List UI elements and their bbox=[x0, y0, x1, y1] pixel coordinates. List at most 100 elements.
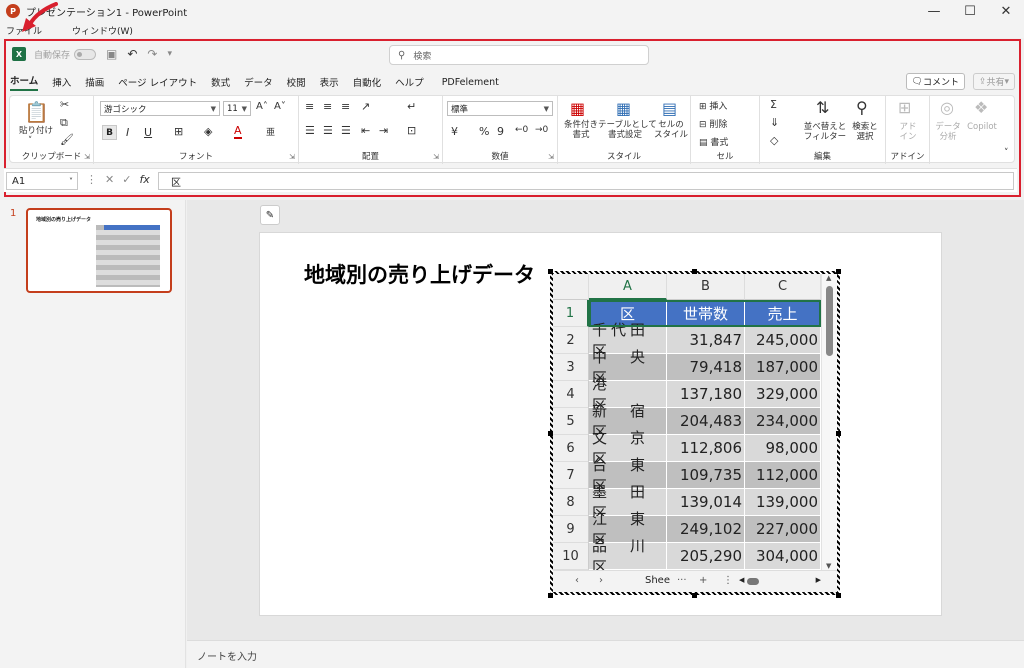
collapse-ribbon-icon[interactable]: ˅ bbox=[1004, 148, 1009, 158]
table-cell[interactable]: 137,180 bbox=[667, 381, 745, 408]
tab-home[interactable]: ホーム bbox=[10, 73, 39, 91]
bold-button[interactable]: B bbox=[102, 125, 117, 140]
close-button[interactable]: ✕ bbox=[988, 0, 1024, 22]
minimize-button[interactable]: — bbox=[916, 0, 952, 22]
cell-style-button[interactable]: セルの スタイル bbox=[652, 120, 690, 140]
find-icon[interactable]: ⚲ bbox=[856, 98, 868, 117]
tab-review[interactable]: 校閲 bbox=[287, 75, 306, 89]
scroll-up-icon[interactable]: ▲ bbox=[826, 274, 831, 282]
table-cell[interactable]: 98,000 bbox=[745, 435, 821, 462]
slide-canvas[interactable]: 地域別の売り上げデータ A B C 1 2 3 4 5 6 7 8 9 10 区… bbox=[259, 232, 942, 616]
table-cell[interactable]: 304,000 bbox=[745, 543, 821, 570]
scroll-right-icon[interactable]: ▶ bbox=[816, 576, 821, 584]
slide-title[interactable]: 地域別の売り上げデータ bbox=[304, 259, 535, 289]
font-size-select[interactable]: 11 ▼ bbox=[223, 101, 251, 116]
search-input[interactable]: ⚲ 検索 bbox=[389, 45, 649, 65]
table-cell[interactable]: 品 川 区 bbox=[589, 537, 667, 576]
decrease-decimal-icon[interactable]: →0 bbox=[535, 125, 548, 135]
resize-handle[interactable] bbox=[692, 593, 697, 598]
increase-decimal-icon[interactable]: ←0 bbox=[515, 125, 528, 135]
comment-button[interactable]: 🗨 コメント bbox=[905, 73, 965, 90]
scroll-left-icon[interactable]: ◀ bbox=[739, 576, 744, 584]
format-cells-button[interactable]: ▤ 書式 bbox=[699, 135, 728, 148]
scroll-down-icon[interactable]: ▼ bbox=[826, 562, 831, 570]
name-box[interactable]: A1 ˅ bbox=[6, 172, 78, 190]
grow-font-button[interactable]: A˄ bbox=[256, 101, 268, 112]
table-cell[interactable]: 329,000 bbox=[745, 381, 821, 408]
column-header-c[interactable]: C bbox=[745, 274, 821, 300]
cancel-icon[interactable]: ✕ bbox=[105, 173, 114, 186]
tab-insert[interactable]: 挿入 bbox=[52, 75, 71, 89]
wrap-text-icon[interactable]: ↵ bbox=[407, 100, 416, 113]
resize-handle[interactable] bbox=[548, 593, 553, 598]
paste-icon[interactable]: 📋 bbox=[24, 100, 49, 124]
dialog-launcher-icon[interactable]: ⇲ bbox=[84, 153, 90, 161]
table-cell[interactable]: 227,000 bbox=[745, 516, 821, 543]
resize-handle[interactable] bbox=[548, 269, 553, 274]
currency-icon[interactable]: ¥ bbox=[451, 125, 458, 138]
table-header-cell[interactable]: 世帯数 bbox=[667, 300, 745, 327]
table-cell[interactable]: 112,000 bbox=[745, 462, 821, 489]
dialog-launcher-icon[interactable]: ⇲ bbox=[433, 153, 439, 161]
clear-icon[interactable]: ◇ bbox=[770, 134, 778, 147]
format-as-table-icon[interactable]: ▦ bbox=[616, 99, 631, 118]
tab-help[interactable]: ヘルプ bbox=[395, 75, 424, 89]
row-header[interactable]: 2 bbox=[553, 327, 589, 354]
resize-handle[interactable] bbox=[836, 269, 841, 274]
dialog-launcher-icon[interactable]: ⇲ bbox=[548, 153, 554, 161]
phonetic-icon[interactable]: 亜 bbox=[266, 125, 275, 138]
table-cell[interactable]: 79,418 bbox=[667, 354, 745, 381]
table-cell[interactable]: 205,290 bbox=[667, 543, 745, 570]
insert-cells-button[interactable]: ⊞ 挿入 bbox=[699, 99, 727, 112]
next-sheet-icon[interactable]: › bbox=[599, 575, 603, 586]
tab-draw[interactable]: 描画 bbox=[85, 75, 104, 89]
align-top-icon[interactable]: ≡ bbox=[305, 100, 314, 113]
align-right-icon[interactable]: ☰ bbox=[341, 124, 351, 137]
orientation-icon[interactable]: ↗ bbox=[361, 100, 370, 113]
resize-handle[interactable] bbox=[548, 431, 553, 436]
scrollbar-thumb[interactable] bbox=[826, 286, 833, 356]
table-cell[interactable]: 187,000 bbox=[745, 354, 821, 381]
data-analysis-icon[interactable]: ◎ bbox=[940, 98, 954, 117]
tab-formulas[interactable]: 数式 bbox=[211, 75, 230, 89]
undo-icon[interactable]: ↶ bbox=[127, 47, 137, 61]
resize-handle[interactable] bbox=[836, 431, 841, 436]
copilot-badge-icon[interactable]: ✎ bbox=[260, 205, 280, 225]
italic-button[interactable]: I bbox=[126, 126, 129, 139]
increase-indent-icon[interactable]: ⇥ bbox=[379, 124, 388, 137]
tab-pdfelement[interactable]: PDFelement bbox=[442, 77, 499, 88]
row-header[interactable]: 7 bbox=[553, 462, 589, 489]
share-button[interactable]: ⇪ 共有 ▾ bbox=[972, 73, 1015, 90]
row-header[interactable]: 8 bbox=[553, 489, 589, 516]
table-cell[interactable]: 249,102 bbox=[667, 516, 745, 543]
table-cell[interactable]: 139,000 bbox=[745, 489, 821, 516]
percent-button[interactable]: % bbox=[479, 125, 489, 138]
fill-color-icon[interactable]: ◈ bbox=[204, 125, 212, 138]
font-name-select[interactable]: 游ゴシック ▼ bbox=[100, 101, 220, 116]
format-as-table-button[interactable]: テーブルとして 書式設定 bbox=[598, 120, 657, 140]
table-cell[interactable]: 139,014 bbox=[667, 489, 745, 516]
notes-pane[interactable]: ノートを入力 bbox=[187, 640, 1024, 668]
table-header-cell[interactable]: 売上 bbox=[745, 300, 821, 327]
number-format-select[interactable]: 標準 ▼ bbox=[447, 101, 553, 116]
data-analysis-button[interactable]: データ 分析 bbox=[930, 122, 966, 142]
customize-qat-icon[interactable]: ▾ bbox=[167, 49, 172, 59]
redo-icon[interactable]: ↷ bbox=[147, 47, 157, 61]
align-left-icon[interactable]: ☰ bbox=[305, 124, 315, 137]
sheet-tab[interactable]: Shee bbox=[645, 575, 670, 586]
slide-thumbnail[interactable]: 地域別の売り上げデータ bbox=[26, 208, 172, 293]
row-header[interactable]: 1 bbox=[553, 300, 589, 327]
addins-icon[interactable]: ⊞ bbox=[898, 98, 911, 117]
format-painter-icon[interactable]: 🖌 bbox=[60, 133, 74, 146]
tab-page-layout[interactable]: ページ レイアウト bbox=[118, 75, 197, 89]
save-icon[interactable]: ▣ bbox=[106, 47, 117, 61]
chevron-down-icon[interactable]: ˅ bbox=[28, 136, 32, 146]
resize-handle[interactable] bbox=[692, 269, 697, 274]
dialog-launcher-icon[interactable]: ⇲ bbox=[289, 153, 295, 161]
more-sheets-icon[interactable]: ··· bbox=[677, 575, 687, 586]
column-header-a[interactable]: A bbox=[589, 274, 667, 300]
font-color-button[interactable]: A bbox=[234, 124, 242, 139]
paste-button[interactable]: 貼り付け bbox=[16, 126, 56, 136]
sheet-options-icon[interactable]: ⋮ bbox=[723, 575, 733, 586]
select-all-corner[interactable] bbox=[553, 274, 589, 300]
